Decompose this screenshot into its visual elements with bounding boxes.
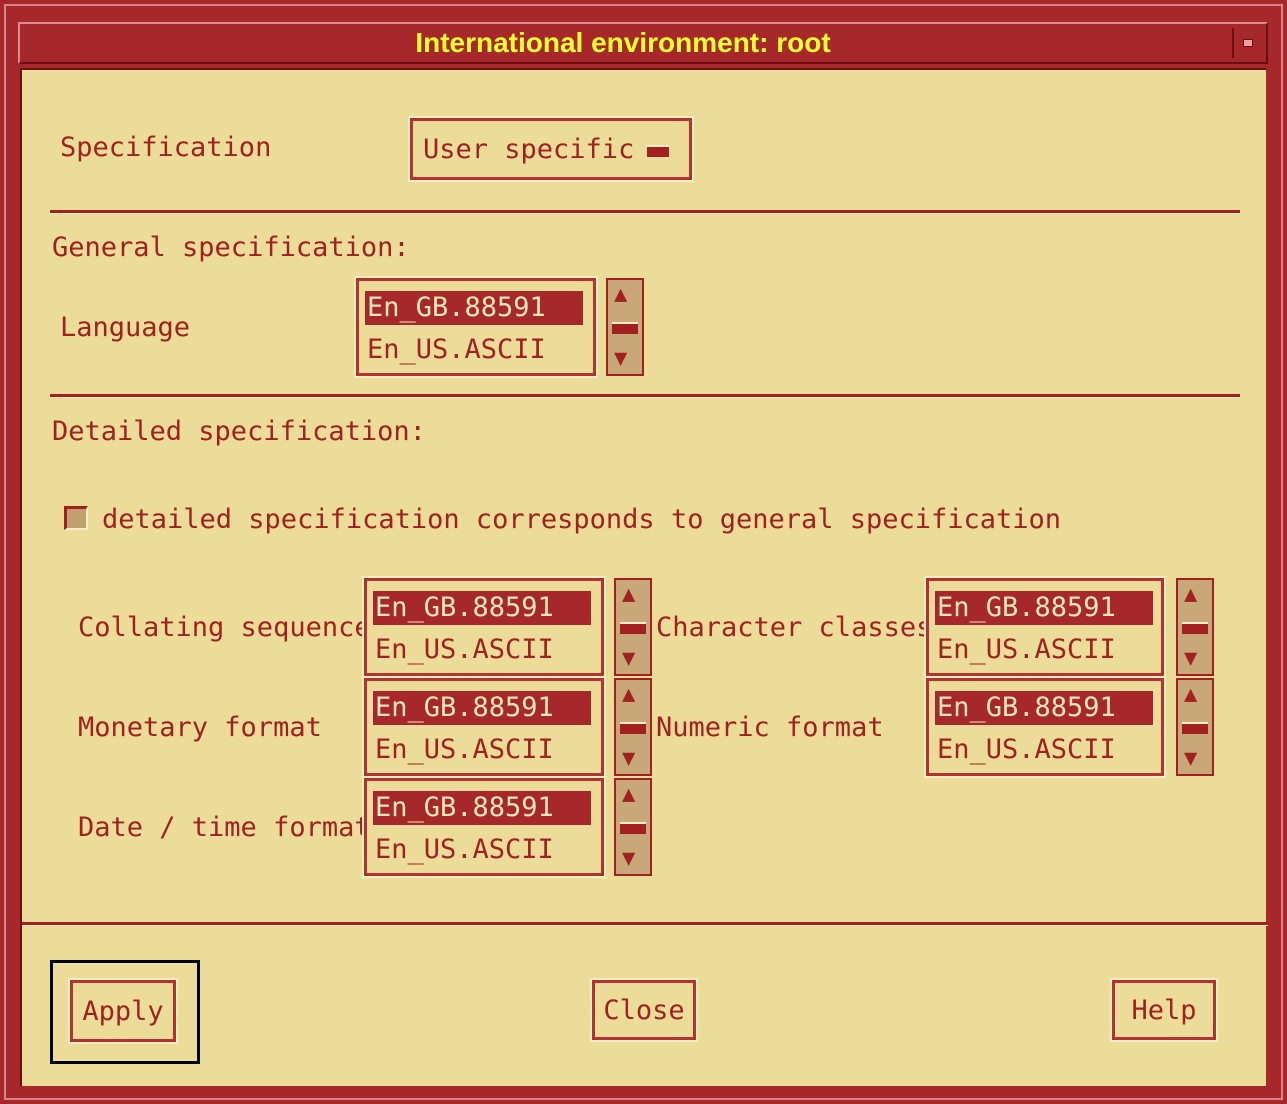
window-menu-icon[interactable] <box>1232 28 1262 58</box>
scroll-down-icon[interactable]: ▼ <box>622 748 644 770</box>
language-item-selected[interactable]: En_GB.88591 <box>365 291 583 325</box>
scroll-thumb[interactable] <box>612 322 638 334</box>
character-scrollbar[interactable]: ▲ ▼ <box>1176 578 1214 676</box>
specification-option-menu[interactable]: User specific <box>408 116 694 182</box>
language-list[interactable]: En_GB.88591 En_US.ASCII <box>354 276 598 378</box>
scroll-up-icon[interactable]: ▲ <box>1184 684 1206 706</box>
detailed-specification-heading: Detailed specification: <box>52 416 426 447</box>
character-item-selected[interactable]: En_GB.88591 <box>935 591 1153 625</box>
scroll-down-icon[interactable]: ▼ <box>1184 648 1206 670</box>
numeric-item[interactable]: En_US.ASCII <box>935 733 1116 767</box>
window-title: International environment: root <box>415 27 831 58</box>
character-item[interactable]: En_US.ASCII <box>935 633 1116 667</box>
action-area-separator <box>22 922 1268 926</box>
apply-button[interactable]: Apply <box>68 978 178 1044</box>
scroll-thumb[interactable] <box>1182 622 1208 634</box>
scroll-thumb[interactable] <box>1182 722 1208 734</box>
collating-sequence-list[interactable]: En_GB.88591 En_US.ASCII <box>362 576 606 678</box>
dialog-body: Specification User specific General spec… <box>20 68 1268 1086</box>
scroll-up-icon[interactable]: ▲ <box>622 584 644 606</box>
language-scrollbar[interactable]: ▲ ▼ <box>606 278 644 376</box>
scroll-up-icon[interactable]: ▲ <box>1184 584 1206 606</box>
scroll-down-icon[interactable]: ▼ <box>614 348 636 370</box>
character-classes-label: Character classes <box>656 612 933 643</box>
collating-sequence-label: Collating sequence <box>78 612 371 643</box>
numeric-format-label: Numeric format <box>656 712 884 743</box>
detailed-corresponds-checkbox[interactable] <box>64 506 88 530</box>
help-button[interactable]: Help <box>1110 978 1218 1042</box>
scroll-down-icon[interactable]: ▼ <box>622 648 644 670</box>
collating-scrollbar[interactable]: ▲ ▼ <box>614 578 652 676</box>
monetary-format-label: Monetary format <box>78 712 322 743</box>
datetime-scrollbar[interactable]: ▲ ▼ <box>614 778 652 876</box>
option-menu-indicator-icon <box>647 145 669 157</box>
detailed-corresponds-label[interactable]: detailed specification corresponds to ge… <box>102 504 1061 535</box>
window: International environment: root Specific… <box>0 0 1287 1104</box>
scroll-up-icon[interactable]: ▲ <box>622 684 644 706</box>
close-button[interactable]: Close <box>590 978 698 1042</box>
scroll-thumb[interactable] <box>620 722 646 734</box>
monetary-scrollbar[interactable]: ▲ ▼ <box>614 678 652 776</box>
scroll-down-icon[interactable]: ▼ <box>1184 748 1206 770</box>
datetime-item-selected[interactable]: En_GB.88591 <box>373 791 591 825</box>
scroll-thumb[interactable] <box>620 822 646 834</box>
scroll-down-icon[interactable]: ▼ <box>622 848 644 870</box>
scroll-up-icon[interactable]: ▲ <box>622 784 644 806</box>
date-time-format-list[interactable]: En_GB.88591 En_US.ASCII <box>362 776 606 878</box>
character-classes-list[interactable]: En_GB.88591 En_US.ASCII <box>924 576 1166 678</box>
numeric-format-list[interactable]: En_GB.88591 En_US.ASCII <box>924 676 1166 778</box>
monetary-format-list[interactable]: En_GB.88591 En_US.ASCII <box>362 676 606 778</box>
numeric-item-selected[interactable]: En_GB.88591 <box>935 691 1153 725</box>
language-item[interactable]: En_US.ASCII <box>365 333 546 367</box>
collating-item-selected[interactable]: En_GB.88591 <box>373 591 591 625</box>
datetime-item[interactable]: En_US.ASCII <box>373 833 554 867</box>
monetary-item[interactable]: En_US.ASCII <box>373 733 554 767</box>
specification-label: Specification <box>60 132 272 163</box>
scroll-up-icon[interactable]: ▲ <box>614 284 636 306</box>
separator <box>50 394 1240 398</box>
scroll-thumb[interactable] <box>620 622 646 634</box>
separator <box>50 210 1240 214</box>
general-specification-heading: General specification: <box>52 232 410 263</box>
language-label: Language <box>60 312 191 343</box>
specification-value: User specific <box>423 133 635 165</box>
collating-item[interactable]: En_US.ASCII <box>373 633 554 667</box>
numeric-scrollbar[interactable]: ▲ ▼ <box>1176 678 1214 776</box>
monetary-item-selected[interactable]: En_GB.88591 <box>373 691 591 725</box>
title-bar[interactable]: International environment: root <box>18 22 1268 64</box>
date-time-format-label: Date / time format <box>78 812 371 843</box>
